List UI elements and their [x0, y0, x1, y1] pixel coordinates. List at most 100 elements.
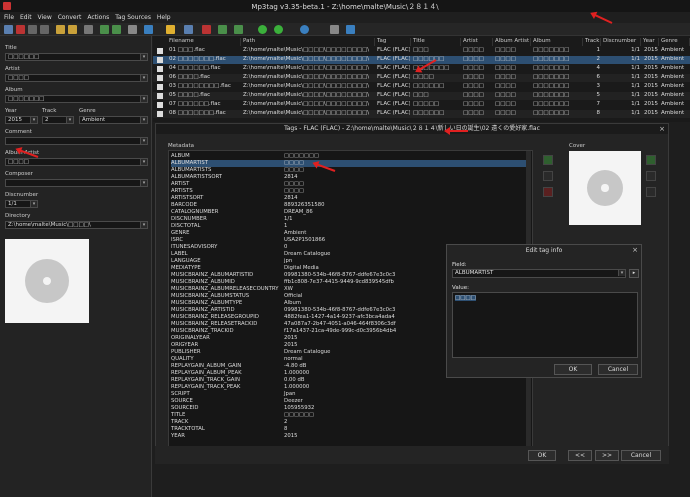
ok-button[interactable]: OK — [528, 450, 556, 461]
discnumber-field[interactable]: 1/1 ▾ — [5, 200, 38, 208]
chevron-down-icon[interactable]: ▾ — [30, 117, 37, 123]
album-artist-field[interactable]: □□□□ ▾ — [5, 158, 148, 166]
edit-icon[interactable] — [543, 171, 553, 181]
composer-field[interactable]: ▾ — [5, 179, 148, 187]
edit-cancel-button[interactable]: Cancel — [598, 364, 638, 375]
chevron-down-icon[interactable]: ▾ — [66, 117, 73, 123]
table-row[interactable]: 05 □□□□.flac Z:\home\malte\Music\□□□□\□□□… — [153, 92, 690, 100]
metadata-row[interactable]: TITLE □□□□□□ — [171, 412, 531, 419]
col-genre[interactable]: Genre — [659, 38, 690, 46]
track-field[interactable]: 2 ▾ — [42, 116, 74, 124]
cover-art[interactable] — [5, 239, 89, 323]
field-arrow-button[interactable]: ▸ — [629, 269, 639, 278]
table-row[interactable]: 03 □□□□□□□□.flac Z:\home\malte\Music\□□□□… — [153, 83, 690, 91]
table-row[interactable]: 06 □□□□.flac Z:\home\malte\Music\□□□□\□□□… — [153, 74, 690, 82]
metadata-row[interactable]: GENRE Ambient — [171, 230, 531, 237]
genre-field[interactable]: Ambient ▾ — [79, 116, 148, 124]
remove-cover-icon[interactable] — [646, 187, 656, 197]
tag-sources-icon[interactable] — [144, 25, 153, 34]
chevron-down-icon[interactable]: ▾ — [140, 138, 147, 144]
metadata-row[interactable]: DISCTOTAL 1 — [171, 223, 531, 230]
menu-help[interactable]: Help — [157, 12, 171, 21]
metadata-row[interactable]: ALBUMARTIST □□□□ — [171, 160, 531, 167]
web-icon[interactable] — [300, 25, 309, 34]
value-textarea[interactable]: □□□□ — [452, 292, 638, 358]
add-icon[interactable] — [543, 155, 553, 165]
chevron-down-icon[interactable]: ▾ — [140, 75, 147, 81]
remove-tag-icon[interactable] — [16, 25, 25, 34]
add-cover-icon[interactable] — [646, 155, 656, 165]
close-icon[interactable]: × — [632, 246, 638, 254]
cancel-button[interactable]: Cancel — [621, 450, 661, 461]
undo-icon[interactable] — [28, 25, 37, 34]
title-field[interactable]: □□□□□□ ▾ — [5, 53, 148, 61]
col-year[interactable]: Year — [641, 38, 659, 46]
artist-field[interactable]: □□□□ ▾ — [5, 74, 148, 82]
add-folder-icon[interactable] — [68, 25, 77, 34]
metadata-row[interactable]: SOURCE Deezer — [171, 398, 531, 405]
metadata-row[interactable]: ALBUM □□□□□□□ — [171, 153, 531, 160]
metadata-row[interactable]: ARTIST □□□□ — [171, 181, 531, 188]
edit-ok-button[interactable]: OK — [554, 364, 592, 375]
playlist-icon[interactable] — [184, 25, 193, 34]
autonumber-icon[interactable] — [128, 25, 137, 34]
metadata-row[interactable]: ALBUMARTISTS □□□□ — [171, 167, 531, 174]
close-icon[interactable]: × — [659, 125, 665, 133]
col-album[interactable]: Album — [531, 38, 583, 46]
redo-icon[interactable] — [40, 25, 49, 34]
metadata-row[interactable]: YEAR 2015 — [171, 433, 531, 440]
chevron-down-icon[interactable]: ▾ — [618, 270, 625, 276]
prev-button[interactable]: << — [568, 450, 592, 461]
menu-file[interactable]: File — [4, 12, 14, 21]
menu-actions[interactable]: Actions — [87, 12, 109, 21]
col-filename[interactable]: Filename — [167, 38, 241, 46]
next-button[interactable]: >> — [595, 450, 619, 461]
metadata-row[interactable]: TRACKTOTAL 8 — [171, 426, 531, 433]
remove-icon[interactable] — [543, 187, 553, 197]
col-tag[interactable]: Tag — [375, 38, 411, 46]
menu-convert[interactable]: Convert — [58, 12, 82, 21]
metadata-row[interactable]: TRACK 2 — [171, 419, 531, 426]
actions-icon[interactable] — [166, 25, 175, 34]
year-field[interactable]: 2015 ▾ — [5, 116, 38, 124]
directory-field[interactable]: Z:\home\malte\Music\□□□□\ ▾ — [5, 221, 148, 229]
save-cover-icon[interactable] — [646, 171, 656, 181]
col-track[interactable]: Track — [583, 38, 601, 46]
convert-icon[interactable] — [202, 25, 211, 34]
chevron-down-icon[interactable]: ▾ — [140, 159, 147, 165]
metadata-row[interactable]: REPLAYGAIN_TRACK_PEAK 1.000000 — [171, 384, 531, 391]
import-icon[interactable] — [234, 25, 243, 34]
chevron-down-icon[interactable]: ▾ — [140, 96, 147, 102]
table-row[interactable]: 01 □□□.flac Z:\home\malte\Music\□□□□\□□□□… — [153, 47, 690, 55]
metadata-row[interactable]: ALBUMARTISTSORT 2814 — [171, 174, 531, 181]
menu-view[interactable]: View — [38, 12, 52, 21]
chevron-down-icon[interactable]: ▾ — [30, 201, 37, 207]
refresh-icon[interactable] — [258, 25, 267, 34]
metadata-row[interactable]: SCRIPT Jpan — [171, 391, 531, 398]
table-row[interactable]: 08 □□□□□□□.flac Z:\home\malte\Music\□□□□\… — [153, 110, 690, 118]
chevron-down-icon[interactable]: ▾ — [140, 117, 147, 123]
settings-icon[interactable] — [330, 25, 339, 34]
table-row[interactable]: 02 □□□□□□□.flac Z:\home\malte\Music\□□□□\… — [153, 56, 690, 64]
metadata-row[interactable]: ARTISTSORT 2814 — [171, 195, 531, 202]
metadata-row[interactable]: ISRC USA2P1501866 — [171, 237, 531, 244]
col-title[interactable]: Title — [411, 38, 461, 46]
chevron-down-icon[interactable]: ▾ — [140, 222, 147, 228]
metadata-row[interactable]: SOURCEID 105955932 — [171, 405, 531, 412]
help-icon[interactable] — [346, 25, 355, 34]
col-path[interactable]: Path — [241, 38, 375, 46]
filename-tag-icon[interactable] — [112, 25, 121, 34]
folder-icon[interactable] — [56, 25, 65, 34]
metadata-row[interactable]: ARTISTS □□□□ — [171, 188, 531, 195]
save-icon[interactable] — [4, 25, 13, 34]
field-select[interactable]: ALBUMARTIST ▾ — [452, 269, 626, 278]
cover-image[interactable] — [569, 151, 641, 225]
tag-filename-icon[interactable] — [100, 25, 109, 34]
menu-edit[interactable]: Edit — [20, 12, 32, 21]
chevron-down-icon[interactable]: ▾ — [140, 180, 147, 186]
metadata-row[interactable]: DISCNUMBER 1/1 — [171, 216, 531, 223]
col-album-artist[interactable]: Album Artist — [493, 38, 531, 46]
metadata-row[interactable]: REPLAYGAIN_TRACK_GAIN 0.00 dB — [171, 377, 531, 384]
play-icon[interactable] — [274, 25, 283, 34]
chevron-down-icon[interactable]: ▾ — [140, 54, 147, 60]
